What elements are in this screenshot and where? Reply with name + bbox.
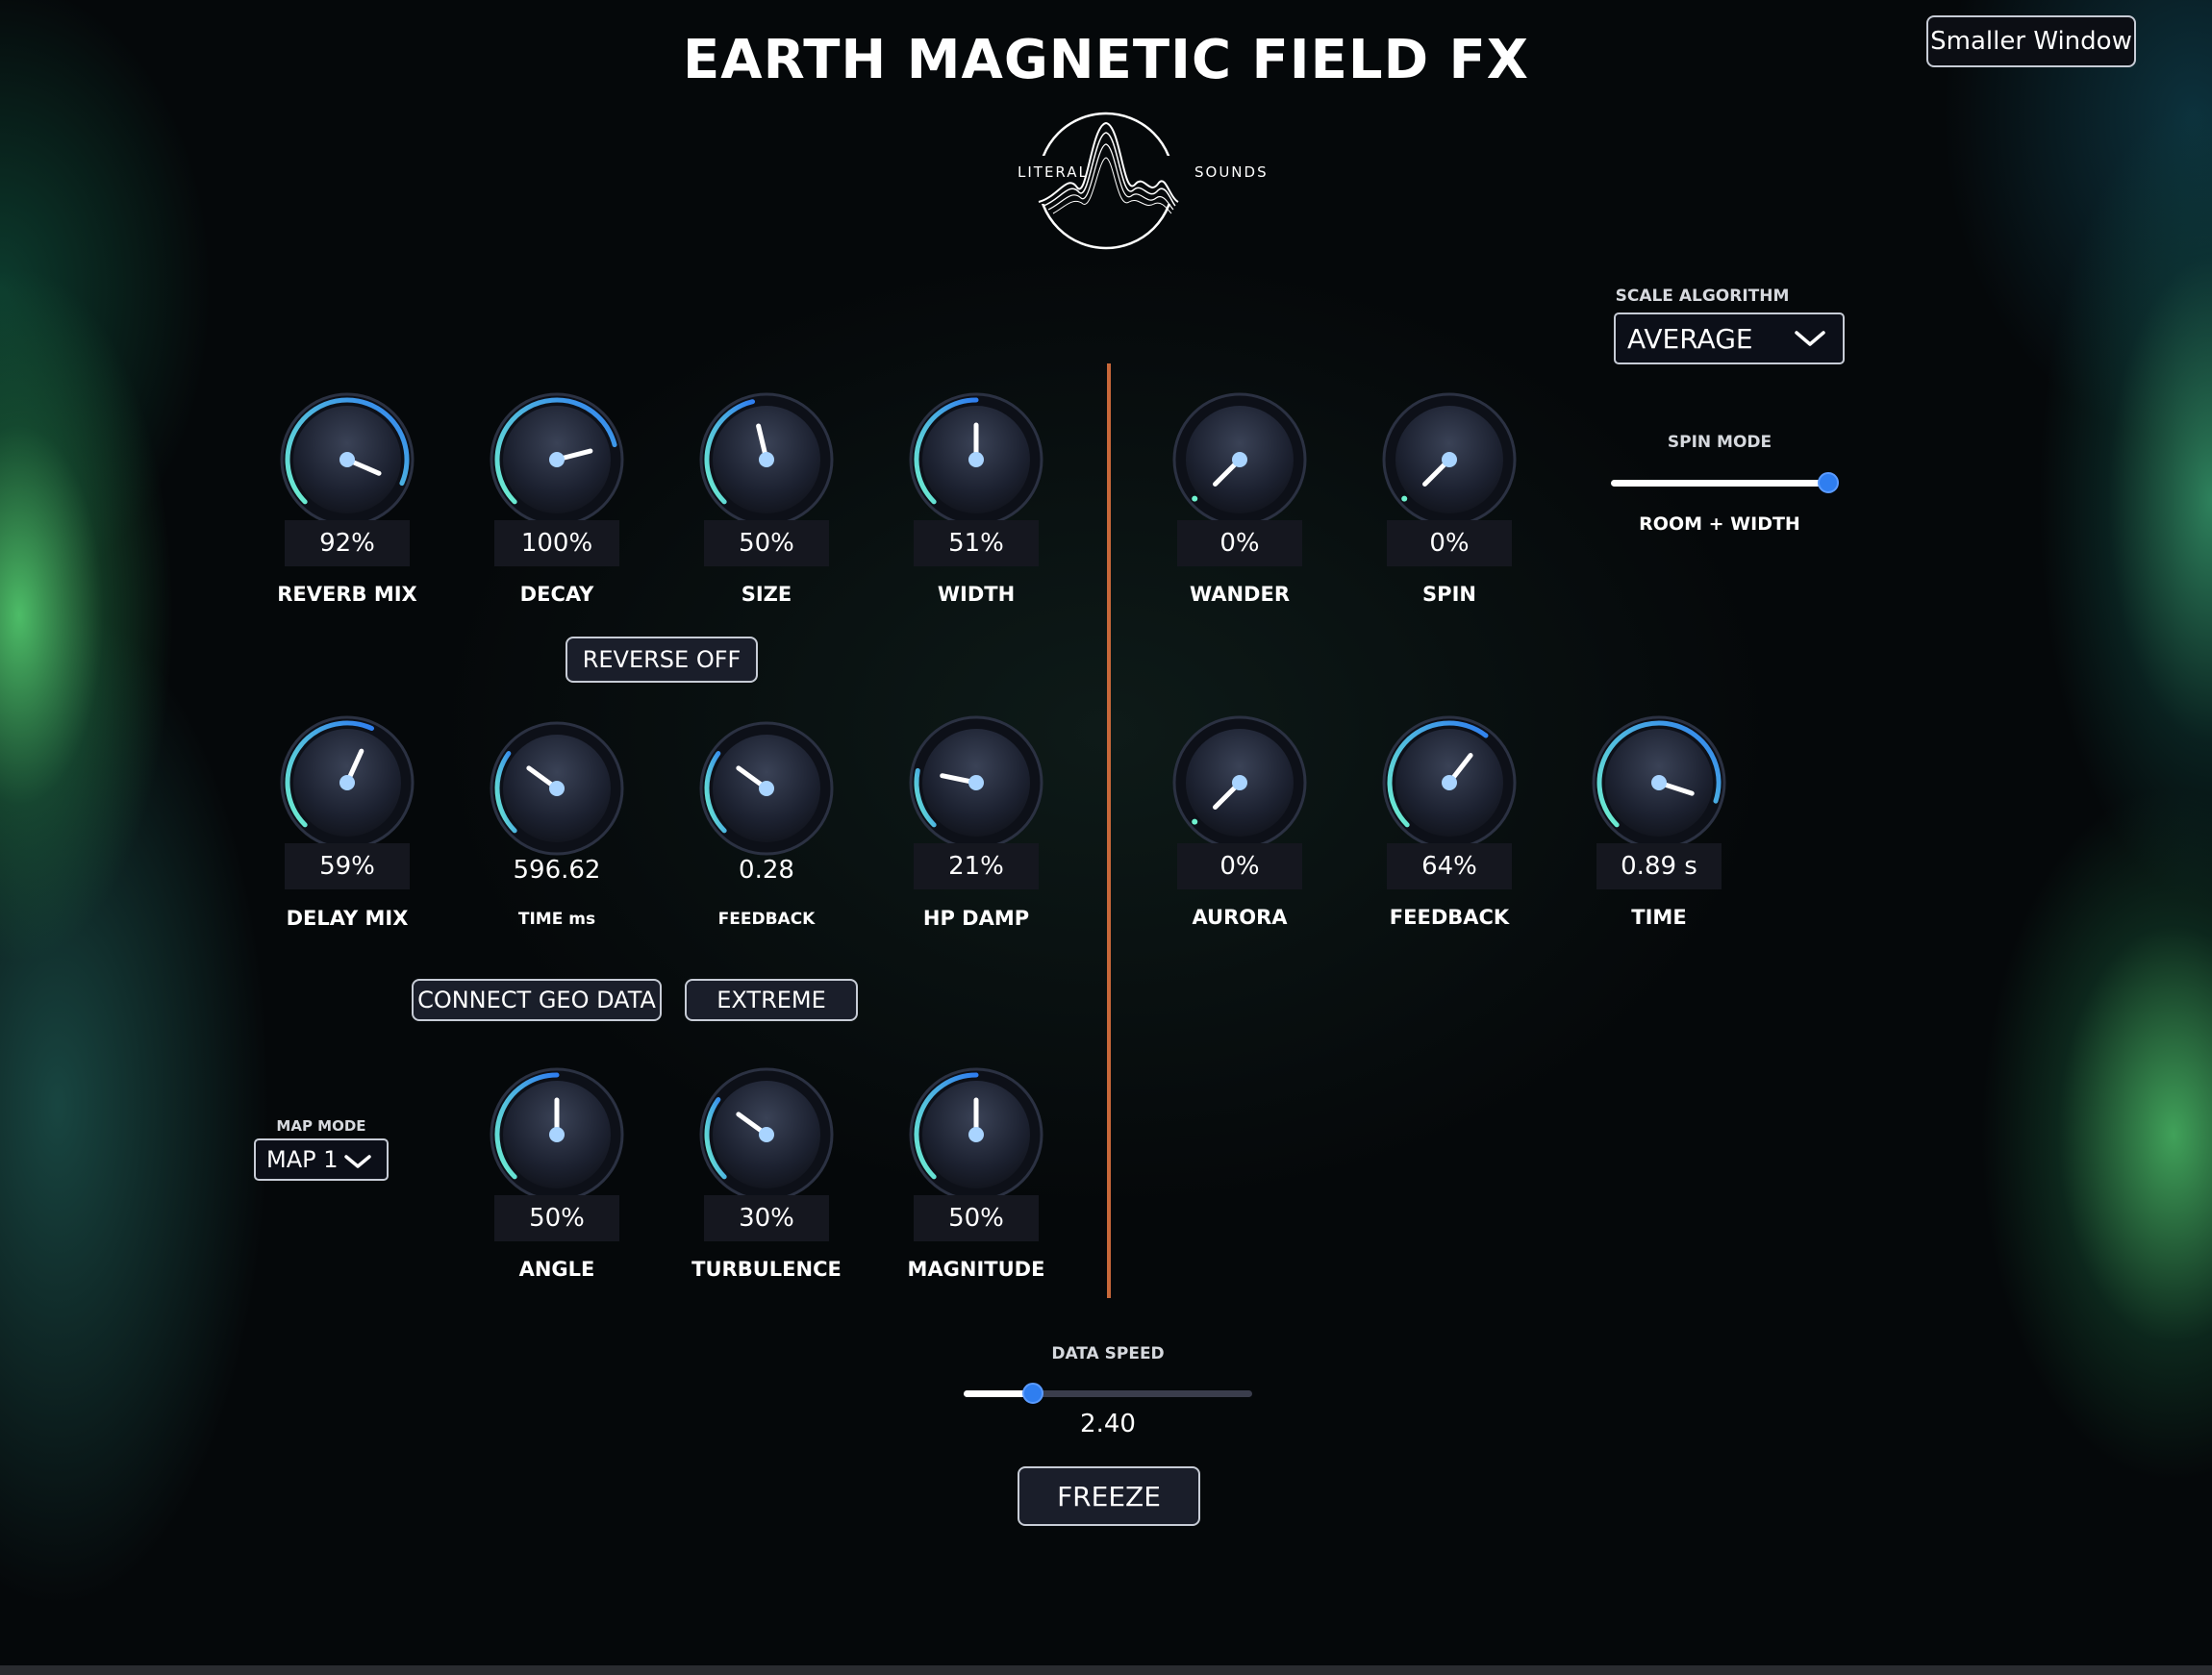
knob-label-width: WIDTH — [937, 583, 1016, 606]
knob-feedback-left[interactable] — [694, 716, 839, 861]
knob-value-size[interactable]: 50% — [704, 520, 829, 566]
knob-value-feedback-right[interactable]: 64% — [1387, 843, 1512, 889]
literal-sounds-logo: LITERAL SOUNDS — [943, 106, 1269, 260]
data-speed-value: 2.40 — [1080, 1410, 1136, 1438]
knob-value-turbulence[interactable]: 30% — [704, 1195, 829, 1241]
knob-label-wander: WANDER — [1190, 583, 1290, 606]
spin-mode-slider-thumb[interactable] — [1818, 472, 1839, 493]
knob-value-decay[interactable]: 100% — [494, 520, 619, 566]
spin-mode-track — [1611, 480, 1828, 487]
knob-hp-damp[interactable] — [904, 711, 1048, 855]
map-mode-label: MAP MODE — [276, 1117, 366, 1135]
window-bottom-edge — [0, 1665, 2212, 1675]
knob-label-magnitude: MAGNITUDE — [907, 1258, 1045, 1281]
knob-value-aurora[interactable]: 0% — [1177, 843, 1302, 889]
knob-aurora[interactable] — [1168, 711, 1312, 855]
knob-label-feedback-right: FEEDBACK — [1389, 906, 1510, 929]
knob-label-angle: ANGLE — [518, 1258, 595, 1281]
chevron-down-icon — [1795, 331, 1825, 346]
scale-algorithm-value: AVERAGE — [1627, 322, 1753, 355]
connect-geo-data-button[interactable]: CONNECT GEO DATA — [412, 979, 662, 1021]
knob-label-delay-mix: DELAY MIX — [286, 907, 409, 930]
plugin-title: EARTH MAGNETIC FIELD FX — [683, 29, 1529, 91]
data-speed-slider-thumb[interactable] — [1022, 1383, 1043, 1404]
knob-label-decay: DECAY — [519, 583, 594, 606]
knob-value-spin[interactable]: 0% — [1387, 520, 1512, 566]
knob-value-feedback-left[interactable]: 0.28 — [704, 847, 829, 893]
knob-feedback-right[interactable] — [1377, 711, 1521, 855]
knob-value-delay-mix[interactable]: 59% — [285, 843, 410, 889]
knob-time[interactable] — [1587, 711, 1731, 855]
map-mode-select[interactable]: MAP 1 — [254, 1138, 389, 1181]
knob-label-reverb-mix: REVERB MIX — [277, 583, 417, 606]
chevron-down-icon — [344, 1155, 371, 1168]
knob-value-wander[interactable]: 0% — [1177, 520, 1302, 566]
data-speed-label: DATA SPEED — [1051, 1344, 1165, 1363]
knob-time-ms[interactable] — [485, 716, 629, 861]
knob-label-aurora: AURORA — [1192, 906, 1288, 929]
knob-value-time-ms[interactable]: 596.62 — [494, 847, 619, 893]
knob-label-hp-damp: HP DAMP — [922, 907, 1030, 930]
knob-label-turbulence: TURBULENCE — [691, 1258, 842, 1281]
knob-width[interactable] — [904, 388, 1048, 532]
spin-mode-label: SPIN MODE — [1667, 433, 1772, 452]
freeze-button[interactable]: FREEZE — [1018, 1466, 1200, 1526]
knob-label-spin: SPIN — [1422, 583, 1476, 606]
knob-size[interactable] — [694, 388, 839, 532]
knob-value-width[interactable]: 51% — [914, 520, 1039, 566]
knob-magnitude[interactable] — [904, 1062, 1048, 1207]
section-divider — [1107, 363, 1111, 1298]
knob-decay[interactable] — [485, 388, 629, 532]
knob-value-reverb-mix[interactable]: 92% — [285, 520, 410, 566]
knob-label-time-ms: TIME ms — [517, 910, 596, 929]
knob-value-angle[interactable]: 50% — [494, 1195, 619, 1241]
knob-delay-mix[interactable] — [275, 711, 419, 855]
logo-text-left: LITERAL — [1018, 163, 1089, 181]
knob-wander[interactable] — [1168, 388, 1312, 532]
knob-value-magnitude[interactable]: 50% — [914, 1195, 1039, 1241]
knob-value-hp-damp[interactable]: 21% — [914, 843, 1039, 889]
reverse-toggle-button[interactable]: REVERSE OFF — [566, 637, 758, 683]
extreme-button[interactable]: EXTREME — [685, 979, 858, 1021]
knob-label-feedback-left: FEEDBACK — [717, 910, 816, 929]
scale-algorithm-label: SCALE ALGORITHM — [1615, 287, 1790, 306]
smaller-window-button[interactable]: Smaller Window — [1926, 15, 2136, 67]
knob-value-time[interactable]: 0.89 s — [1596, 843, 1722, 889]
knob-label-time: TIME — [1631, 906, 1687, 929]
map-mode-value: MAP 1 — [266, 1146, 339, 1173]
knob-angle[interactable] — [485, 1062, 629, 1207]
spin-mode-value: ROOM + WIDTH — [1639, 513, 1800, 535]
logo-text-right: SOUNDS — [1194, 163, 1269, 181]
knob-reverb-mix[interactable] — [275, 388, 419, 532]
knob-label-size: SIZE — [741, 583, 792, 606]
scale-algorithm-select[interactable]: AVERAGE — [1614, 312, 1845, 364]
knob-turbulence[interactable] — [694, 1062, 839, 1207]
knob-spin[interactable] — [1377, 388, 1521, 532]
